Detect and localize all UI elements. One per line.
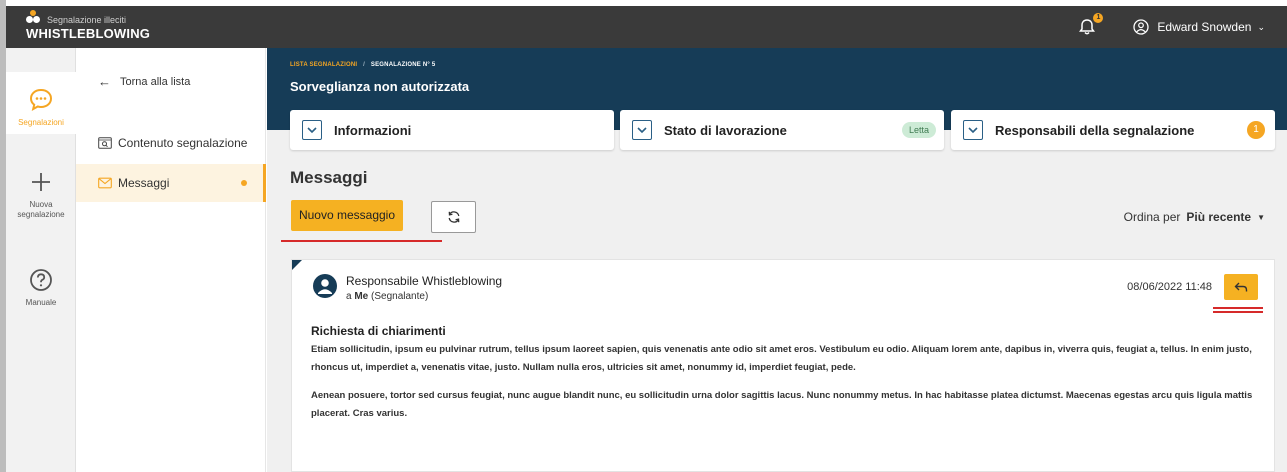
highlight-underline [1213,307,1263,309]
panel-title: Responsabili della segnalazione [995,122,1195,138]
refresh-button[interactable] [431,201,476,233]
panel-informazioni[interactable]: Informazioni [290,110,614,150]
panel-title: Informazioni [334,122,412,138]
sidebar-item-messaggi[interactable]: Messaggi [76,164,266,202]
recipient-name: Me [354,291,369,302]
recipient-prefix: a [346,291,352,302]
message-date: 08/06/2022 11:48 [1127,281,1212,293]
sidebar-item-label: Contenuto segnalazione [118,136,248,150]
sort-value: Più recente [1186,210,1252,224]
highlight-underline [281,240,442,242]
page-title: Sorveglianza non autorizzata [290,79,470,94]
rail-label: Segnalazioni [18,118,64,127]
chevron-down-icon: ⌄ [1257,21,1265,32]
breadcrumb-current: SEGNALAZIONE N° 5 [370,62,436,68]
status-badge: Letta [901,122,936,138]
brand-subtitle: Segnalazione illeciti [47,14,127,25]
rail-label: Nuova segnalazione [17,200,65,219]
panel-responsabili[interactable]: Responsabili della segnalazione 1 [951,110,1275,150]
recipient-role: (Segnalante) [371,291,429,302]
messages-title: Messaggi [290,168,368,187]
help-icon [30,269,52,291]
panel-stato-lavorazione[interactable]: Stato di lavorazione Letta [620,110,944,150]
sidebar-item-contenuto[interactable]: Contenuto segnalazione [76,124,266,162]
highlight-underline [1213,311,1263,313]
notification-badge: 1 [1093,13,1104,23]
back-to-list-link[interactable]: ← Torna alla lista [98,74,190,89]
envelope-icon [98,177,112,189]
refresh-icon [448,211,459,223]
chat-bubble-icon [29,88,53,111]
user-menu[interactable]: Edward Snowden ⌄ [1133,19,1265,35]
people-logo-icon [26,10,44,26]
caret-down-icon: ▼ [1257,212,1265,222]
rail-item-nuova-segnalazione[interactable]: Nuova segnalazione [6,168,76,220]
unread-corner-marker [292,260,302,270]
breadcrumb-separator: / [363,62,366,68]
reply-icon [1234,282,1248,292]
sender-name: Responsabile Whistleblowing [346,274,503,288]
breadcrumb: LISTA SEGNALAZIONI / SEGNALAZIONE N° 5 [290,62,435,68]
user-name: Edward Snowden [1157,20,1252,34]
brand-row: Segnalazione illeciti [26,10,150,26]
plus-icon [32,173,50,191]
chevron-down-icon[interactable] [632,120,652,140]
recipient: a Me (Segnalante) [346,291,428,302]
chevron-down-icon[interactable] [963,120,983,140]
breadcrumb-list-link[interactable]: LISTA SEGNALAZIONI [290,62,357,68]
message-paragraph: Etiam sollicitudin, ipsum eu pulvinar ru… [311,344,1252,373]
new-message-button[interactable]: Nuovo messaggio [291,200,403,231]
icon-rail: Segnalazioni Nuova segnalazione Manuale [6,48,76,472]
top-right-controls: 1 Edward Snowden ⌄ [1077,13,1265,37]
back-label: Torna alla lista [120,75,191,88]
brand-title: WHISTLEBLOWING [26,26,151,41]
sort-label: Ordina per [1123,210,1181,224]
user-avatar-icon [313,274,337,298]
unread-dot [241,180,247,186]
reply-button[interactable] [1224,274,1258,300]
panel-title: Stato di lavorazione [664,122,787,138]
top-bar: Segnalazione illeciti WHISTLEBLOWING 1 E… [6,6,1287,48]
sub-sidebar: ← Torna alla lista Contenuto segnalazion… [76,48,266,472]
count-badge: 1 [1247,121,1265,139]
sort-control[interactable]: Ordina per Più recente ▼ [1124,210,1265,224]
rail-item-manuale[interactable]: Manuale [6,266,76,307]
sidebar-item-label: Messaggi [118,176,170,190]
brand[interactable]: Segnalazione illeciti WHISTLEBLOWING [26,10,151,41]
user-circle-icon [1133,19,1150,35]
arrow-left-icon: ← [98,74,111,89]
rail-item-segnalazioni[interactable]: Segnalazioni [6,72,76,134]
rail-label: Manuale [25,298,57,307]
message-card: Responsabile Whistleblowing a Me (Segnal… [291,259,1275,472]
message-paragraph: Aenean posuere, tortor sed cursus feugia… [311,390,1253,419]
chevron-down-icon[interactable] [302,120,322,140]
main-content: LISTA SEGNALAZIONI / SEGNALAZIONE N° 5 S… [267,48,1287,472]
search-document-icon [98,137,112,149]
notifications-button[interactable]: 1 [1077,13,1104,37]
message-subject: Richiesta di chiarimenti [311,324,446,338]
